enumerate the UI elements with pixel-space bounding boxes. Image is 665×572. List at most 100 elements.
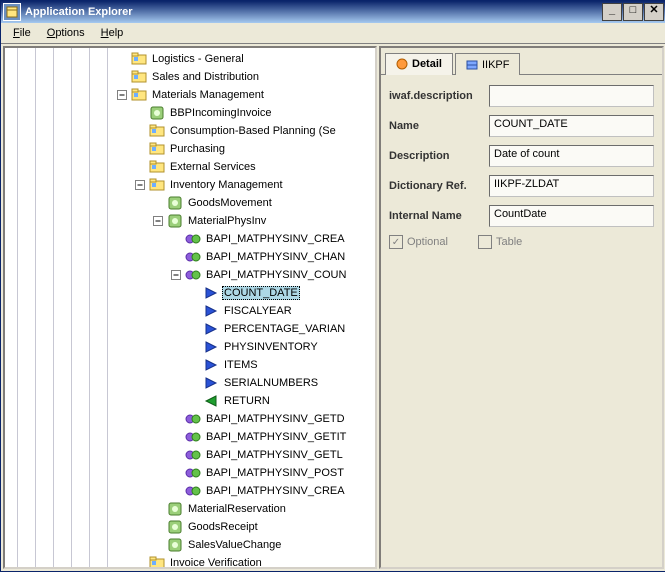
- tree-item[interactable]: BAPI_MATPHYSINV_GETL: [5, 446, 375, 464]
- tree-item-label[interactable]: BAPI_MATPHYSINV_CHAN: [204, 251, 347, 263]
- tree-item-label[interactable]: Materials Management: [150, 89, 266, 101]
- tree-item[interactable]: Purchasing: [5, 140, 375, 158]
- detail-tab-icon: [396, 58, 408, 70]
- tree-item-label[interactable]: Invoice Verification: [168, 557, 264, 569]
- tree-item-label[interactable]: SERIALNUMBERS: [222, 377, 320, 389]
- title-bar[interactable]: Application Explorer _ □ ✕: [1, 1, 665, 23]
- tree-item-label[interactable]: SalesValueChange: [186, 539, 283, 551]
- tree-item[interactable]: SalesValueChange: [5, 536, 375, 554]
- tree-item-label[interactable]: FISCALYEAR: [222, 305, 294, 317]
- param-in-icon: [203, 375, 219, 391]
- tree-item-label[interactable]: BAPI_MATPHYSINV_GETIT: [204, 431, 348, 443]
- tree-item-label[interactable]: GoodsMovement: [186, 197, 274, 209]
- tree-item[interactable]: Inventory Management: [5, 176, 375, 194]
- tree-item-label[interactable]: GoodsReceipt: [186, 521, 260, 533]
- tree-item-label[interactable]: External Services: [168, 161, 258, 173]
- tree-toggle-icon[interactable]: [171, 270, 181, 280]
- tree-toggle-icon[interactable]: [135, 180, 145, 190]
- tab-iikpf[interactable]: IIKPF: [455, 53, 521, 75]
- tree-item-label[interactable]: PHYSINVENTORY: [222, 341, 320, 353]
- bapi-icon: [185, 267, 201, 283]
- obj-icon: [167, 213, 183, 229]
- menu-options[interactable]: Options: [39, 25, 93, 41]
- menu-file[interactable]: File: [5, 25, 39, 41]
- tree-item-label[interactable]: RETURN: [222, 395, 272, 407]
- tree-item[interactable]: MaterialReservation: [5, 500, 375, 518]
- field-value: IIKPF-ZLDAT: [489, 175, 654, 197]
- checkbox-icon: [478, 235, 492, 249]
- tree-item[interactable]: RETURN: [5, 392, 375, 410]
- tree-item[interactable]: PERCENTAGE_VARIAN: [5, 320, 375, 338]
- tree-item[interactable]: GoodsMovement: [5, 194, 375, 212]
- tree-item-label[interactable]: COUNT_DATE: [222, 286, 300, 300]
- tree-item[interactable]: SERIALNUMBERS: [5, 374, 375, 392]
- tree-item-label[interactable]: Inventory Management: [168, 179, 285, 191]
- tree-panel[interactable]: Logistics - General Sales and Distributio…: [3, 46, 377, 569]
- tree-item-label[interactable]: PERCENTAGE_VARIAN: [222, 323, 347, 335]
- menu-bar: File Options Help: [1, 23, 665, 44]
- table-checkbox[interactable]: Table: [478, 235, 522, 249]
- app-window: Application Explorer _ □ ✕ File Options …: [0, 0, 665, 572]
- tree-item[interactable]: FISCALYEAR: [5, 302, 375, 320]
- tree-item[interactable]: Materials Management: [5, 86, 375, 104]
- tree-item[interactable]: BAPI_MATPHYSINV_CREA: [5, 230, 375, 248]
- tree-item-label[interactable]: Logistics - General: [150, 53, 246, 65]
- tree-item[interactable]: BAPI_MATPHYSINV_GETIT: [5, 428, 375, 446]
- folder-icon: [131, 69, 147, 85]
- tree-item[interactable]: BAPI_MATPHYSINV_GETD: [5, 410, 375, 428]
- field-value: [489, 85, 654, 107]
- tree-item[interactable]: Consumption-Based Planning (Se: [5, 122, 375, 140]
- tree-item-label[interactable]: ITEMS: [222, 359, 260, 371]
- tree-item-label[interactable]: BAPI_MATPHYSINV_GETL: [204, 449, 345, 461]
- close-button[interactable]: ✕: [644, 3, 664, 21]
- tree-item-label[interactable]: MaterialPhysInv: [186, 215, 268, 227]
- minimize-button[interactable]: _: [602, 3, 622, 21]
- folder-icon: [149, 177, 165, 193]
- optional-checkbox[interactable]: ✓Optional: [389, 235, 448, 249]
- tree-item[interactable]: PHYSINVENTORY: [5, 338, 375, 356]
- tree-item-label[interactable]: BAPI_MATPHYSINV_GETD: [204, 413, 347, 425]
- menu-help[interactable]: Help: [93, 25, 132, 41]
- tab-detail[interactable]: Detail: [385, 53, 453, 75]
- param-in-icon: [203, 303, 219, 319]
- tab-detail-label: Detail: [412, 58, 442, 70]
- tree-item-label[interactable]: BAPI_MATPHYSINV_POST: [204, 467, 346, 479]
- tree-item[interactable]: ITEMS: [5, 356, 375, 374]
- tree-item-label[interactable]: BAPI_MATPHYSINV_CREA: [204, 485, 347, 497]
- folder-icon: [131, 87, 147, 103]
- folder-icon: [149, 141, 165, 157]
- maximize-button[interactable]: □: [623, 3, 643, 21]
- param-in-icon: [203, 339, 219, 355]
- bapi-icon: [185, 429, 201, 445]
- tree-item-label[interactable]: BBPIncomingInvoice: [168, 107, 274, 119]
- tree-toggle-icon[interactable]: [153, 216, 163, 226]
- tree-item[interactable]: BAPI_MATPHYSINV_POST: [5, 464, 375, 482]
- detail-field: NameCOUNT_DATE: [389, 115, 654, 137]
- tree-item[interactable]: GoodsReceipt: [5, 518, 375, 536]
- tree-item-label[interactable]: BAPI_MATPHYSINV_COUN: [204, 269, 348, 281]
- tree-item[interactable]: Logistics - General: [5, 50, 375, 68]
- tree-item[interactable]: MaterialPhysInv: [5, 212, 375, 230]
- tree-item-label[interactable]: Consumption-Based Planning (Se: [168, 125, 338, 137]
- tree-item-label[interactable]: Sales and Distribution: [150, 71, 261, 83]
- tree-item[interactable]: BAPI_MATPHYSINV_COUN: [5, 266, 375, 284]
- bapi-icon: [185, 411, 201, 427]
- tree-item[interactable]: Sales and Distribution: [5, 68, 375, 86]
- tree-item[interactable]: COUNT_DATE: [5, 284, 375, 302]
- tree-toggle-icon[interactable]: [117, 90, 127, 100]
- tree-item-label[interactable]: BAPI_MATPHYSINV_CREA: [204, 233, 347, 245]
- detail-panel: Detail IIKPF iwaf.descriptionNameCOUNT_D…: [379, 46, 664, 569]
- tree-item[interactable]: BBPIncomingInvoice: [5, 104, 375, 122]
- tree-item[interactable]: Invoice Verification: [5, 554, 375, 569]
- folder-icon: [149, 555, 165, 569]
- checkbox-label: Table: [496, 236, 522, 248]
- bapi-icon: [185, 231, 201, 247]
- field-value: COUNT_DATE: [489, 115, 654, 137]
- param-in-icon: [203, 321, 219, 337]
- tree-item-label[interactable]: MaterialReservation: [186, 503, 288, 515]
- tree-item[interactable]: BAPI_MATPHYSINV_CREA: [5, 482, 375, 500]
- tree-item-label[interactable]: Purchasing: [168, 143, 227, 155]
- field-name: Internal Name: [389, 210, 489, 222]
- tree-item[interactable]: BAPI_MATPHYSINV_CHAN: [5, 248, 375, 266]
- tree-item[interactable]: External Services: [5, 158, 375, 176]
